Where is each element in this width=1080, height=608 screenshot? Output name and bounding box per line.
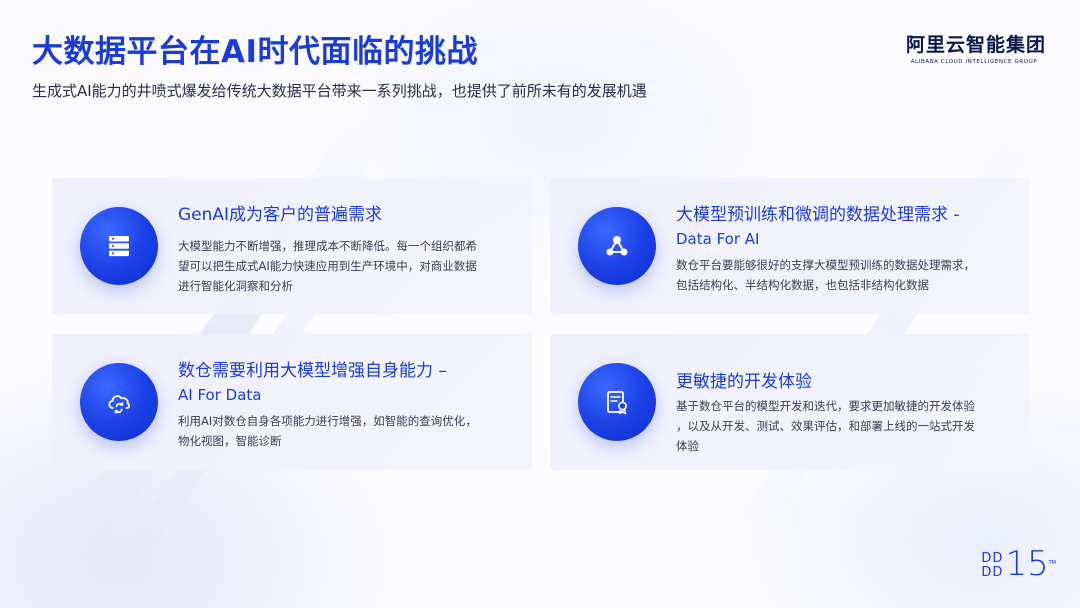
challenge-card-data-for-ai: 大模型预训练和微调的数据处理需求 - Data For AI 数仓平台要能够很好…: [550, 178, 1030, 314]
event-logo-number: 15: [1005, 544, 1049, 584]
background-stripe: [733, 98, 1057, 542]
card-title-line: Data For AI: [676, 230, 760, 248]
card-desc-line: 物化视图，智能诊断: [178, 434, 282, 448]
card-title-line: 大模型预训练和微调的数据处理需求 -: [676, 205, 960, 225]
event-logo-top: DD: [981, 551, 1004, 566]
card-desc-line: 利用AI对数仓自身各项能力进行增强，如智能的查询优化，: [178, 414, 477, 428]
page-subtitle: 生成式AI能力的井喷式爆发给传统大数据平台带来一系列挑战，也提供了前所未有的发展…: [32, 82, 647, 100]
challenge-card-ai-for-data: 数仓需要利用大模型增强自身能力 – AI For Data 利用AI对数仓自身各…: [52, 334, 532, 470]
card-desc-line: ，以及从开发、测试、效果评估，和部署上线的一站式开发: [676, 419, 975, 433]
event-logo-trademark: TM: [1048, 560, 1056, 566]
cloud-sync-icon: [80, 363, 158, 441]
certificate-document-icon: [578, 363, 656, 441]
page-title: 大数据平台在AI时代面临的挑战: [32, 34, 479, 70]
challenge-card-agile-dev: 更敏捷的开发体验 基于数仓平台的模型开发和迭代，要求更加敏捷的开发体验 ，以及从…: [550, 334, 1030, 470]
card-title: GenAI成为客户的普遍需求: [178, 203, 510, 227]
card-desc-line: 包括结构化、半结构化数据，也包括非结构化数据: [676, 278, 929, 292]
card-title-line: 数仓需要利用大模型增强自身能力 –: [178, 361, 447, 381]
card-desc-line: 体验: [676, 439, 699, 453]
card-description: 基于数仓平台的模型开发和迭代，要求更加敏捷的开发体验 ，以及从开发、测试、效果评…: [676, 396, 1006, 456]
card-title-line: GenAI成为客户的普遍需求: [178, 205, 383, 225]
event-logo-letters: DD DD: [981, 552, 1003, 580]
card-desc-line: 进行智能化洞察和分析: [178, 279, 293, 293]
card-title-line: 更敏捷的开发体验: [676, 372, 812, 392]
card-title: 数仓需要利用大模型增强自身能力 – AI For Data: [178, 359, 510, 407]
card-description: 利用AI对数仓自身各项能力进行增强，如智能的查询优化， 物化视图，智能诊断: [178, 411, 508, 451]
challenge-card-genai: GenAI成为客户的普遍需求 大模型能力不断增强，推理成本不断降低。每一个组织都…: [52, 178, 532, 314]
card-desc-line: 望可以把生成式AI能力快速应用到生产环境中，对商业数据: [178, 259, 477, 273]
event-logo: DD DD 15 TM: [981, 544, 1056, 584]
alibaba-cloud-logo: 阿里云智能集团 ALIBABA CLOUD INTELLIGENCE GROUP: [906, 30, 1047, 65]
card-desc-line: 基于数仓平台的模型开发和迭代，要求更加敏捷的开发体验: [676, 399, 975, 413]
card-title-line: AI For Data: [178, 386, 262, 404]
card-description: 数仓平台要能够很好的支撑大模型预训练的数据处理需求， 包括结构化、半结构化数据，…: [676, 255, 1006, 295]
card-title: 更敏捷的开发体验: [676, 370, 1008, 394]
card-desc-line: 大模型能力不断增强，推理成本不断降低。每一个组织都希: [178, 239, 477, 253]
logo-cn-text: 阿里云智能集团: [906, 34, 1047, 56]
server-stack-icon: [80, 207, 158, 285]
event-logo-bottom: DD: [981, 565, 1004, 580]
card-desc-line: 数仓平台要能够很好的支撑大模型预训练的数据处理需求，: [676, 258, 975, 272]
card-title: 大模型预训练和微调的数据处理需求 - Data For AI: [676, 203, 1008, 251]
logo-en-text: ALIBABA CLOUD INTELLIGENCE GROUP: [910, 59, 1038, 65]
card-description: 大模型能力不断增强，推理成本不断降低。每一个组织都希 望可以把生成式AI能力快速…: [178, 236, 508, 296]
network-nodes-icon: [578, 207, 656, 285]
